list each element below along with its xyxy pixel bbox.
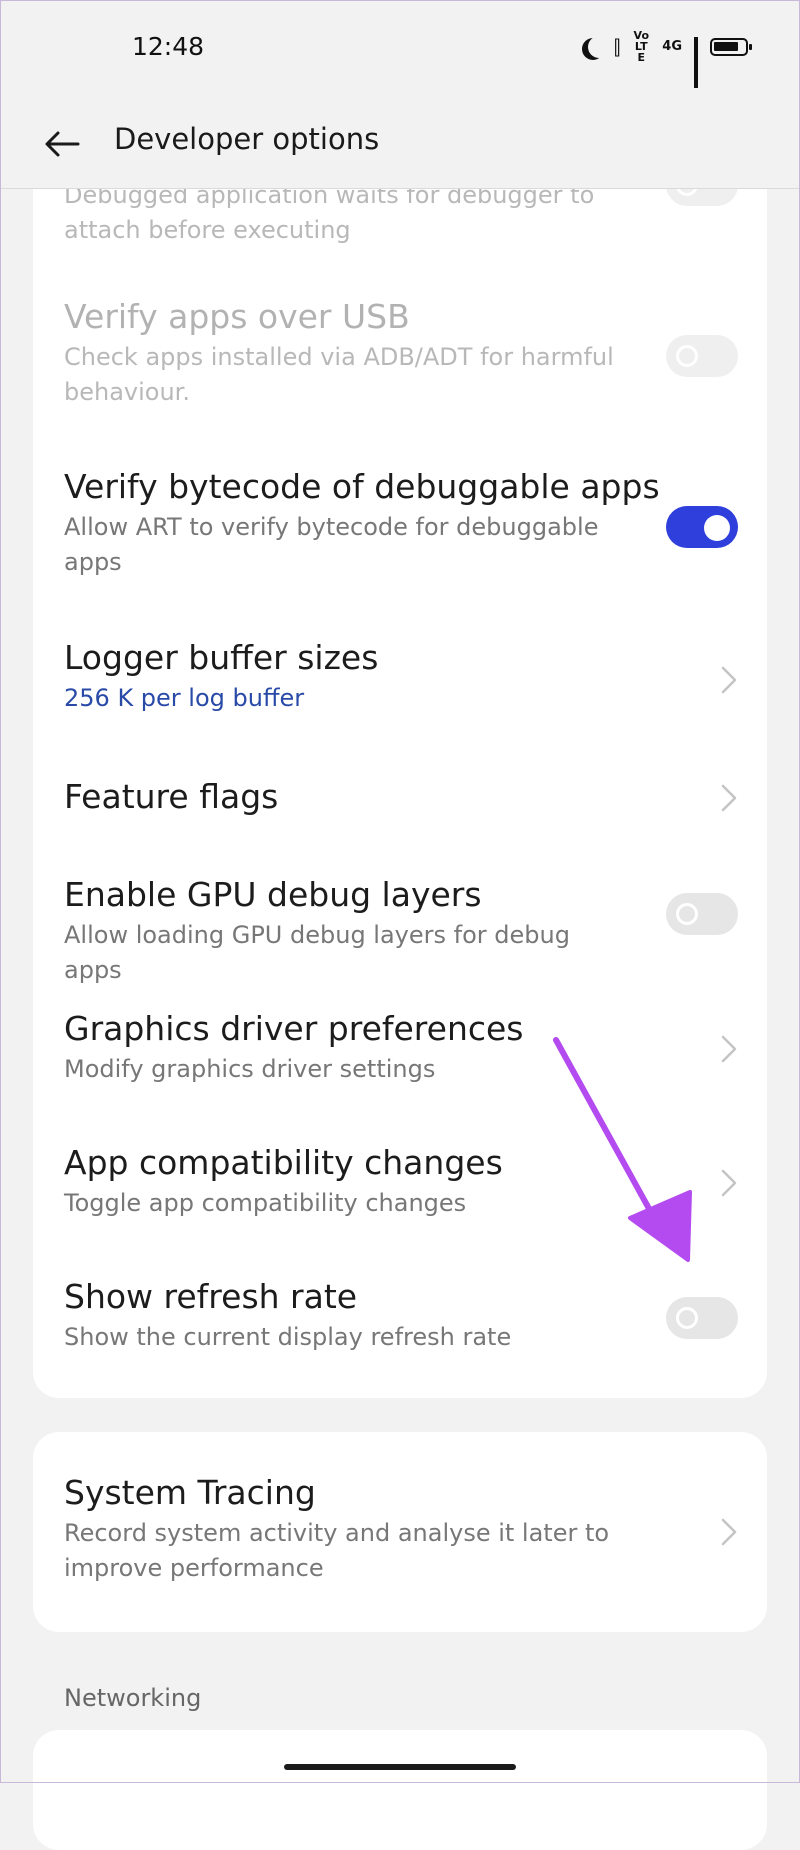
setting-title: Verify bytecode of debuggable apps — [64, 467, 660, 506]
setting-subtitle: Show the current display refresh rate — [64, 1323, 512, 1351]
status-time: 12:48 — [132, 32, 205, 61]
verify-bytecode-toggle[interactable] — [666, 506, 738, 548]
gpu-debug-layers-toggle[interactable] — [666, 893, 738, 935]
moon-icon — [588, 36, 610, 58]
setting-title: Feature flags — [64, 777, 279, 816]
arrow-left-icon — [45, 131, 80, 157]
signal-bars-icon — [694, 36, 698, 88]
setting-title: System Tracing — [64, 1473, 316, 1512]
home-indicator[interactable] — [284, 1764, 516, 1770]
app-header: Developer options — [0, 100, 800, 189]
status-bar: 12:48 ⫿ Vo LTE 4G — [0, 0, 800, 100]
network-type-icon: 4G — [662, 39, 682, 54]
setting-gpu-debug-layers[interactable]: Enable GPU debug layers Allow loading GP… — [64, 875, 764, 988]
setting-system-tracing[interactable]: System Tracing Record system activity an… — [64, 1473, 764, 1586]
setting-verify-bytecode[interactable]: Verify bytecode of debuggable apps Allow… — [64, 467, 764, 580]
volte-icon: Vo LTE — [633, 29, 650, 64]
status-icons: ⫿ Vo LTE 4G — [580, 29, 752, 88]
toggle-knob — [676, 1307, 698, 1329]
networking-card — [33, 1730, 767, 1850]
setting-verify-apps-usb[interactable]: Verify apps over USB Check apps installe… — [64, 297, 764, 410]
show-refresh-rate-toggle[interactable] — [666, 1297, 738, 1339]
chevron-right-icon — [721, 784, 737, 812]
setting-title: Verify apps over USB — [64, 297, 410, 336]
toggle-knob — [704, 515, 730, 541]
page-title: Developer options — [114, 122, 380, 156]
section-header-networking: Networking — [64, 1684, 202, 1712]
setting-subtitle: Allow ART to verify bytecode for debugga… — [64, 513, 599, 576]
setting-title: Logger buffer sizes — [64, 638, 379, 677]
toggle-knob — [676, 903, 698, 925]
annotation-arrow-icon — [553, 1037, 692, 1262]
setting-subtitle: Allow loading GPU debug layers for debug… — [64, 921, 570, 984]
setting-subtitle: Check apps installed via ADB/ADT for har… — [64, 343, 614, 406]
chevron-right-icon — [721, 1518, 737, 1546]
setting-feature-flags[interactable]: Feature flags — [64, 777, 764, 816]
chevron-right-icon — [721, 666, 737, 694]
setting-value: 256 K per log buffer — [64, 684, 305, 712]
toggle-knob — [676, 345, 698, 367]
vibrate-icon: ⫿ — [613, 34, 621, 59]
battery-icon — [710, 37, 752, 56]
setting-logger-buffer[interactable]: Logger buffer sizes 256 K per log buffer — [64, 638, 764, 716]
setting-title: Enable GPU debug layers — [64, 875, 482, 914]
setting-subtitle: Record system activity and analyse it la… — [64, 1519, 610, 1582]
verify-apps-usb-toggle[interactable] — [666, 335, 738, 377]
back-button[interactable] — [40, 122, 84, 166]
